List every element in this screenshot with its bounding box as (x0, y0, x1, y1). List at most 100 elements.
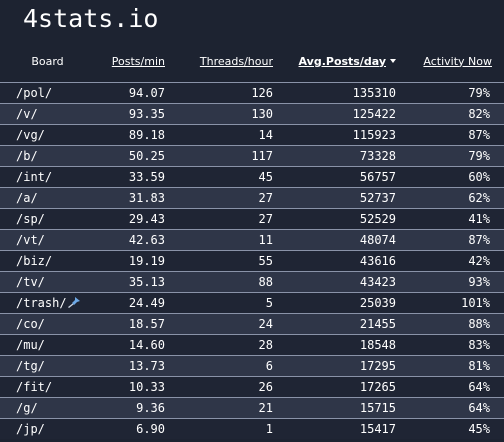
cell-posts-min-text: 33.59 (128, 170, 165, 184)
cell-activity-now-text: 88% (468, 317, 490, 331)
table-row: /tv/35.13 88 43423 93% (0, 271, 504, 293)
cell-threads-hour-text: 45 (258, 170, 273, 184)
table-row: /g/9.36 21 15715 64% (0, 397, 504, 419)
cell-threads-hour-text: 27 (258, 191, 273, 205)
cell-board-text: /jp/ (16, 422, 45, 436)
table-row: /vt/42.63 11 48074 87% (0, 229, 504, 251)
cell-threads-hour-text: 88 (258, 275, 273, 289)
table-row: /mu/14.60 28 18548 83% (0, 334, 504, 356)
table-row: /pol/94.07 126 135310 79% (0, 82, 504, 104)
cell-threads-hour-text: 14 (258, 128, 273, 142)
cell-board: /tv/ (0, 271, 95, 293)
cell-threads-hour-text: 117 (251, 149, 273, 163)
column-header-threads-hour[interactable]: Threads/hour (165, 40, 273, 83)
cell-board-text: /a/ (16, 191, 38, 205)
cell-activity-now: 87% (396, 124, 504, 146)
cell-activity-now: 79% (396, 82, 504, 104)
column-header-activity-now[interactable]: Activity Now (396, 40, 504, 83)
column-header-posts-min[interactable]: Posts/min (95, 40, 165, 83)
cell-threads-hour-text: 11 (258, 233, 273, 247)
caret-down-icon[interactable] (390, 58, 396, 63)
cell-activity-now: 101% (396, 292, 504, 314)
cell-board-text: /vg/ (16, 128, 45, 142)
cell-activity-now-text: 64% (468, 380, 490, 394)
cell-avg-posts-day-text: 15715 (359, 401, 396, 415)
site-title: 4stats.io (23, 4, 159, 33)
cell-activity-now-text: 82% (468, 107, 490, 121)
cell-posts-min: 29.43 (95, 208, 165, 230)
cell-activity-now-text: 64% (468, 401, 490, 415)
cell-avg-posts-day: 52737 (273, 187, 396, 209)
cell-threads-hour: 5 (165, 292, 273, 314)
table-row: /v/93.35 130 125422 82% (0, 103, 504, 125)
cell-activity-now: 93% (396, 271, 504, 293)
cell-activity-now: 42% (396, 250, 504, 272)
column-header-threads-hour-label[interactable]: Threads/hour (200, 55, 273, 68)
cell-avg-posts-day-text: 17295 (359, 359, 396, 373)
cell-board-text: /biz/ (16, 254, 53, 268)
cell-board-text: /tv/ (16, 275, 45, 289)
cell-posts-min: 50.25 (95, 145, 165, 167)
cell-avg-posts-day: 43423 (273, 271, 396, 293)
cell-posts-min: 9.36 (95, 397, 165, 419)
column-header-activity-now-label[interactable]: Activity Now (423, 55, 492, 68)
cell-threads-hour: 55 (165, 250, 273, 272)
column-header-board: Board (0, 40, 95, 83)
cell-avg-posts-day-text: 25039 (359, 296, 396, 310)
cell-avg-posts-day-text: 52529 (359, 212, 396, 226)
cell-board: /a/ (0, 187, 95, 209)
cell-board-text: /int/ (16, 170, 53, 184)
cell-posts-min: 31.83 (95, 187, 165, 209)
cell-board: /pol/ (0, 82, 95, 104)
cell-avg-posts-day-text: 21455 (359, 317, 396, 331)
board-stats-table: Board Posts/min Threads/hour Avg.Posts/d… (0, 40, 504, 439)
cell-avg-posts-day-text: 115923 (352, 128, 396, 142)
cell-avg-posts-day: 48074 (273, 229, 396, 251)
cell-posts-min: 18.57 (95, 313, 165, 335)
cell-activity-now: 41% (396, 208, 504, 230)
cell-activity-now-text: 79% (468, 86, 490, 100)
cell-board: /jp/ (0, 418, 95, 439)
cell-board-text: /vt/ (16, 233, 45, 247)
table-row: /sp/29.43 27 52529 41% (0, 208, 504, 230)
cell-posts-min-text: 9.36 (136, 401, 165, 415)
cell-avg-posts-day: 18548 (273, 334, 396, 356)
cell-activity-now: 88% (396, 313, 504, 335)
cell-avg-posts-day-text: 135310 (352, 86, 396, 100)
cell-threads-hour: 11 (165, 229, 273, 251)
cell-board: /vg/ (0, 124, 95, 146)
column-header-avg-posts-day[interactable]: Avg.Posts/day (273, 40, 396, 83)
column-header-avg-posts-day-label[interactable]: Avg.Posts/day (299, 55, 386, 68)
cell-posts-min-text: 14.60 (128, 338, 165, 352)
cell-threads-hour-text: 21 (258, 401, 273, 415)
cell-threads-hour-text: 27 (258, 212, 273, 226)
cell-board-text: /trash/ (16, 296, 67, 310)
cell-threads-hour-text: 28 (258, 338, 273, 352)
cell-board-text: /g/ (16, 401, 38, 415)
cell-activity-now: 62% (396, 187, 504, 209)
cell-posts-min: 89.18 (95, 124, 165, 146)
cell-avg-posts-day-text: 18548 (359, 338, 396, 352)
cell-threads-hour-text: 130 (251, 107, 273, 121)
cell-posts-min-text: 19.19 (128, 254, 165, 268)
cell-board-text: /v/ (16, 107, 38, 121)
cell-board: /biz/ (0, 250, 95, 272)
cell-activity-now-text: 83% (468, 338, 490, 352)
cell-threads-hour: 24 (165, 313, 273, 335)
cell-posts-min: 35.13 (95, 271, 165, 293)
cell-posts-min: 24.49 (95, 292, 165, 314)
cell-avg-posts-day: 73328 (273, 145, 396, 167)
table-row: /trash/24.49 5 25039 101% (0, 292, 504, 314)
cell-threads-hour-text: 1 (265, 422, 273, 436)
cell-threads-hour: 27 (165, 208, 273, 230)
cell-board-text: /pol/ (16, 86, 53, 100)
cell-threads-hour-text: 5 (265, 296, 273, 310)
cell-board: /fit/ (0, 376, 95, 398)
column-header-posts-min-label[interactable]: Posts/min (112, 55, 165, 68)
cell-threads-hour: 126 (165, 82, 273, 104)
table-row: /int/33.59 45 56757 60% (0, 166, 504, 188)
cell-threads-hour-text: 6 (265, 359, 273, 373)
cell-activity-now: 64% (396, 397, 504, 419)
cell-avg-posts-day-text: 15417 (359, 422, 396, 436)
cell-board-text: /mu/ (16, 338, 45, 352)
